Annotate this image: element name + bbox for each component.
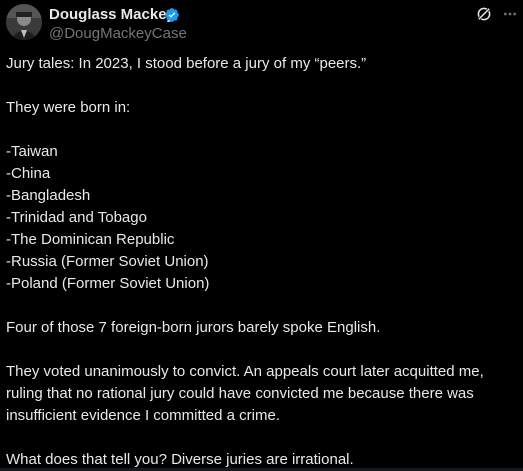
intro-text: Jury tales: In 2023, I stood before a ju…: [6, 55, 367, 72]
verdict-paragraph: They voted unanimously to convict. An ap…: [6, 363, 484, 424]
more-options-icon[interactable]: [502, 6, 518, 22]
country-item: -China: [6, 165, 51, 182]
country-item: -Trinidad and Tobago: [6, 209, 147, 226]
avatar[interactable]: [6, 4, 42, 40]
author-handle[interactable]: @DougMackeyCase: [49, 24, 187, 43]
country-item: -Taiwan: [6, 143, 58, 160]
grok-icon[interactable]: [475, 5, 493, 23]
avatar-image: [6, 4, 42, 40]
english-line: Four of those 7 foreign-born jurors bare…: [6, 319, 381, 336]
tweet-text: Jury tales: In 2023, I stood before a ju…: [6, 53, 521, 471]
tweet: Douglass Mackey @DougMackeyCase Jury tal…: [0, 0, 523, 471]
born-heading: They were born in:: [6, 99, 131, 116]
author-display-name[interactable]: Douglass Mackey: [49, 5, 175, 24]
country-item: -Bangladesh: [6, 187, 91, 204]
country-item: -Russia (Former Soviet Union): [6, 253, 209, 270]
verified-badge-icon[interactable]: [164, 7, 180, 23]
country-item: -Poland (Former Soviet Union): [6, 275, 210, 292]
country-item: -The Dominican Republic: [6, 231, 175, 248]
